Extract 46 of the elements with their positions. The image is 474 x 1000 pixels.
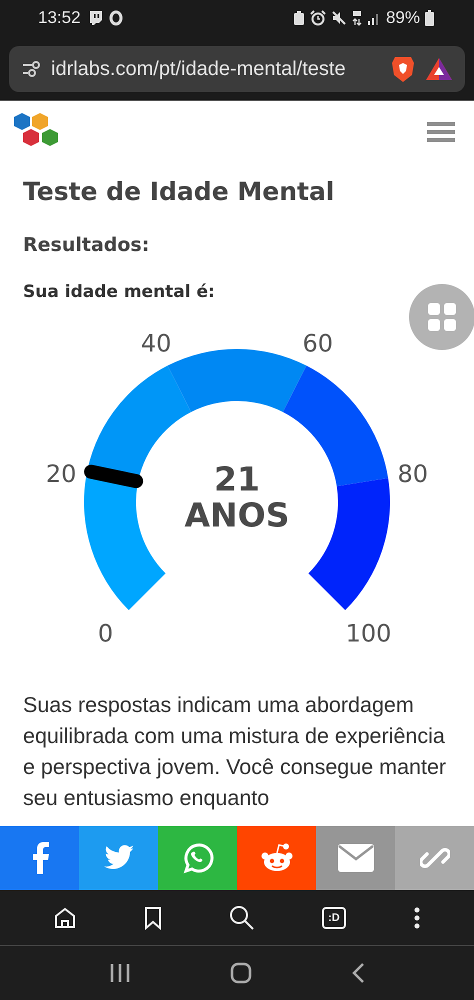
gauge-tick-label: 20 [46,460,76,488]
tab-switcher-button[interactable]: :D [322,906,346,928]
phone-bubble-icon [182,842,214,874]
alien-icon [260,843,294,873]
grid-icon [427,302,457,332]
email-share-button[interactable] [316,826,395,890]
gauge-tick-label: 60 [302,329,334,358]
gauge-tick-label: 0 [98,620,114,648]
more-options-icon[interactable] [412,906,421,930]
mobile-data-icon [352,10,362,26]
envelope-icon [338,844,374,872]
home-icon[interactable] [53,906,78,930]
result-description: Suas respostas indicam uma abordagem equilibrada com uma mistura de experiência e perspectiva jovem. Você consegue manter seu entusiasmo enquanto [23,692,448,812]
battery-saver-icon [292,10,305,26]
bird-icon [102,844,134,872]
address-bar[interactable]: idrlabs.com/pt/idade-mental/teste [9,46,465,92]
facebook-share-button[interactable] [0,826,79,890]
recent-apps-icon[interactable] [109,963,132,983]
clock-time: 13:52 [38,8,81,28]
gauge-value: 21 [214,460,260,498]
battery-percent: 89% [386,8,420,28]
whatsapp-share-button[interactable] [158,826,237,890]
twitter-share-button[interactable] [79,826,158,890]
ring-icon [108,10,123,26]
gauge-tick-label: 100 [346,620,392,648]
lion-shield-icon[interactable] [391,55,415,83]
battery-icon [425,10,434,26]
gauge-unit: ANOS [184,496,290,534]
home-nav-icon[interactable] [230,962,252,984]
site-settings-icon[interactable] [21,60,41,78]
results-heading: Resultados: [23,234,150,256]
page-title: Teste de Idade Mental [23,177,336,206]
menu-icon[interactable] [427,121,455,143]
gauge-tick-label: 40 [140,329,172,358]
chat-bubble-icon [88,10,104,26]
url-text: idrlabs.com/pt/idade-mental/teste [51,58,347,80]
gauge-tick-label: 80 [398,460,428,488]
mute-icon [330,10,347,26]
alarm-icon [310,10,326,26]
reddit-share-button[interactable] [237,826,316,890]
gauge-needle [84,464,144,488]
back-icon[interactable] [350,962,365,984]
triangle-icon[interactable] [425,57,453,81]
result-label: Sua idade mental é: [23,282,216,302]
bookmark-icon[interactable] [144,906,162,930]
search-icon[interactable] [229,904,256,930]
